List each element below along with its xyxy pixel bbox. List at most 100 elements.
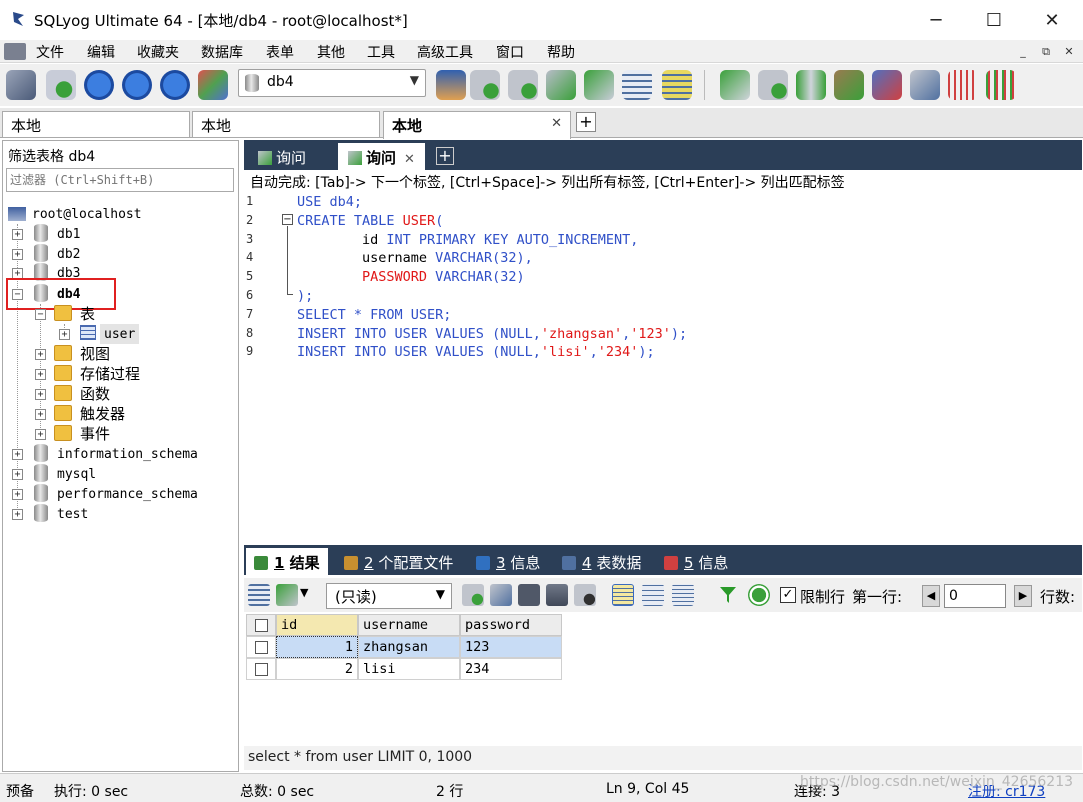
fold-icon[interactable]: −: [282, 214, 293, 225]
table-cell[interactable]: 2: [276, 658, 358, 680]
backup-icon[interactable]: [546, 70, 576, 100]
filter-icon[interactable]: [718, 585, 738, 605]
result-tab-1[interactable]: 1 结果: [246, 548, 328, 575]
data-sync-icon[interactable]: [758, 70, 788, 100]
maximize-button[interactable]: ☐: [966, 0, 1022, 40]
table-cell[interactable]: zhangsan: [358, 636, 460, 658]
expand-icon[interactable]: +: [35, 369, 46, 380]
close-window-button[interactable]: ✕: [1024, 0, 1080, 40]
tree-db-test[interactable]: test: [57, 504, 88, 524]
collapse-icon[interactable]: −: [35, 309, 46, 320]
menu-window[interactable]: 窗口: [496, 42, 524, 62]
tree-db-performance-schema[interactable]: performance_schema: [57, 484, 198, 504]
minimize-button[interactable]: ─: [908, 0, 964, 40]
expand-icon[interactable]: +: [12, 469, 23, 480]
new-connection-icon[interactable]: [6, 70, 36, 100]
result-tab-3[interactable]: 3 信息: [468, 548, 548, 575]
menu-edit[interactable]: 编辑: [87, 42, 115, 62]
schema-sync-icon[interactable]: [720, 70, 750, 100]
schema-designer-icon[interactable]: [948, 70, 978, 100]
grid-view-icon[interactable]: [612, 584, 634, 606]
table-cell[interactable]: 123: [460, 636, 562, 658]
expand-icon[interactable]: +: [35, 389, 46, 400]
expand-icon[interactable]: +: [12, 229, 23, 240]
delete-icon[interactable]: [546, 584, 568, 606]
result-tab-2[interactable]: 2 个配置文件: [336, 548, 461, 575]
previous-page-button[interactable]: ◀: [922, 585, 940, 607]
column-header-id[interactable]: id: [276, 614, 358, 636]
menu-table[interactable]: 表单: [266, 42, 294, 62]
mdi-restore-button[interactable]: ⧉: [1037, 44, 1055, 60]
result-tab-5[interactable]: 5 信息: [656, 548, 736, 575]
notification-icon[interactable]: [910, 70, 940, 100]
expand-icon[interactable]: +: [12, 449, 23, 460]
compare-icon[interactable]: [796, 70, 826, 100]
mdi-document-icon[interactable]: [4, 43, 26, 60]
menu-tools[interactable]: 工具: [367, 42, 395, 62]
next-page-button[interactable]: ▶: [1014, 585, 1032, 607]
tree-folder-triggers[interactable]: 触发器: [80, 403, 125, 423]
menu-help[interactable]: 帮助: [547, 42, 575, 62]
copy-results-icon[interactable]: [276, 584, 298, 606]
chevron-down-icon[interactable]: ▼: [300, 586, 308, 599]
select-all-header[interactable]: [246, 614, 276, 636]
table-cell[interactable]: 1: [276, 636, 358, 658]
filter-input-field[interactable]: [7, 169, 233, 191]
row-selector[interactable]: [246, 658, 276, 680]
mdi-minimize-button[interactable]: _: [1014, 44, 1032, 60]
row-selector[interactable]: [246, 636, 276, 658]
tree-root-connection[interactable]: root@localhost: [8, 204, 142, 224]
create-table-icon[interactable]: [508, 70, 538, 100]
close-tab-icon[interactable]: ✕: [551, 116, 562, 131]
menu-database[interactable]: 数据库: [201, 42, 243, 62]
tree-folder-functions[interactable]: 函数: [80, 383, 110, 403]
database-selector[interactable]: db4 ▼: [238, 69, 426, 97]
expand-icon[interactable]: +: [59, 329, 70, 340]
expand-icon[interactable]: +: [35, 409, 46, 420]
limit-rows-checkbox[interactable]: ✓: [780, 587, 796, 603]
result-tab-4[interactable]: 4 表数据: [554, 548, 649, 575]
execute-query-icon[interactable]: [84, 70, 114, 100]
filter-input[interactable]: [6, 168, 234, 192]
tree-folder-views[interactable]: 视图: [80, 343, 110, 363]
tree-db-mysql[interactable]: mysql: [57, 464, 96, 484]
save-icon[interactable]: [518, 584, 540, 606]
sql-editor[interactable]: 1 2 3 4 5 6 7 8 9 − USE db4; CREATE TABLE USER( i…: [244, 192, 1082, 538]
tree-db-information-schema[interactable]: information_schema: [57, 444, 198, 464]
user-manager-icon[interactable]: [436, 70, 466, 100]
execute-all-icon[interactable]: [122, 70, 152, 100]
mdi-close-button[interactable]: ✕: [1060, 44, 1078, 60]
refresh-icon[interactable]: [748, 584, 770, 606]
create-database-icon[interactable]: [470, 70, 500, 100]
expand-icon[interactable]: +: [35, 349, 46, 360]
add-connection-button[interactable]: +: [576, 112, 596, 132]
insert-row-icon[interactable]: [462, 584, 484, 606]
row-checkbox[interactable]: [255, 663, 268, 676]
cancel-changes-icon[interactable]: [574, 584, 596, 606]
text-view-icon[interactable]: [672, 584, 694, 606]
execute-edit-icon[interactable]: [160, 70, 190, 100]
connection-tab-2[interactable]: 本地: [192, 111, 380, 137]
connection-tab-3[interactable]: 本地 ✕: [383, 111, 571, 139]
code-area[interactable]: USE db4; CREATE TABLE USER( id INT PRIMAR…: [294, 192, 1082, 538]
export-icon[interactable]: [584, 70, 614, 100]
menu-file[interactable]: 文件: [36, 42, 64, 62]
tree-folder-tables[interactable]: 表: [80, 303, 95, 323]
select-all-checkbox[interactable]: [255, 619, 268, 632]
menu-favorites[interactable]: 收藏夹: [137, 42, 179, 62]
row-checkbox[interactable]: [255, 641, 268, 654]
table-cell[interactable]: 234: [460, 658, 562, 680]
duplicate-row-icon[interactable]: [490, 584, 512, 606]
expand-icon[interactable]: +: [12, 509, 23, 520]
connection-tab-1[interactable]: 本地: [2, 111, 190, 137]
tree-folder-procedures[interactable]: 存储过程: [80, 363, 140, 383]
expand-icon[interactable]: +: [35, 429, 46, 440]
expand-icon[interactable]: +: [12, 489, 23, 500]
tree-table-user[interactable]: user: [100, 324, 140, 344]
menu-advanced-tools[interactable]: 高级工具: [417, 42, 473, 62]
tree-folder-events[interactable]: 事件: [80, 423, 110, 443]
readonly-select[interactable]: (只读) ▼: [326, 583, 452, 609]
column-header-username[interactable]: username: [358, 614, 460, 636]
query-tab-2[interactable]: 询问 ✕: [338, 143, 425, 170]
add-query-tab-button[interactable]: +: [436, 147, 454, 165]
